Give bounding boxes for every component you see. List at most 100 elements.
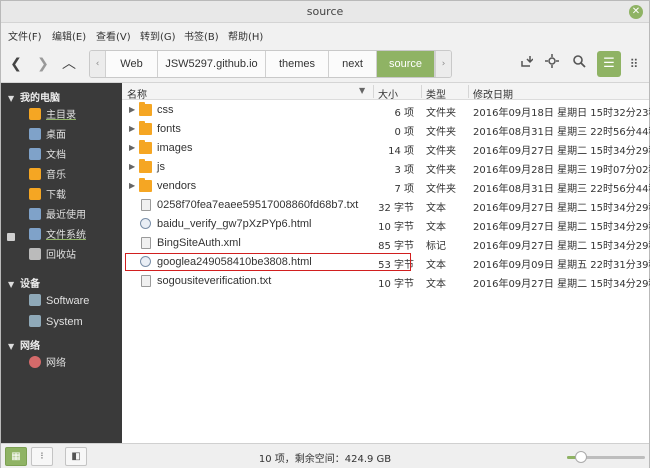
grid-view-button[interactable]: ⠿ xyxy=(624,54,644,74)
location-pin-icon[interactable] xyxy=(542,54,562,74)
breadcrumb-source[interactable]: source xyxy=(377,51,435,77)
breadcrumb-next[interactable]: next xyxy=(329,51,377,77)
folder-icon xyxy=(139,121,152,135)
column-separator[interactable] xyxy=(373,85,374,98)
forward-button[interactable]: ❯ xyxy=(33,54,53,74)
breadcrumb-site[interactable]: JSW5297.github.io xyxy=(158,51,266,77)
table-row[interactable]: BingSiteAuth.xml 85 字节 标记 2016年09月27日 星期二 1… xyxy=(122,234,650,253)
status-text: 10 项，剩余空间：424.9 GB xyxy=(258,454,392,465)
sidebar-item-trash[interactable]: 回收站 xyxy=(29,247,76,265)
sidebar-item-filesystem[interactable]: 文件系统 xyxy=(29,227,86,245)
sidebar-item-label: 音乐 xyxy=(46,170,66,181)
table-row[interactable]: baidu_verify_gw7pXzPYp6.html 10 字节 文本 2016年… xyxy=(122,215,650,234)
table-row[interactable]: 0258f70fea7eaee59517008860fd68b7.txt 32 字… xyxy=(122,196,650,215)
folder-icon xyxy=(139,102,152,116)
open-terminal-icon[interactable] xyxy=(516,54,536,74)
expand-arrow-icon[interactable]: ▶ xyxy=(129,124,135,133)
sidebar-item-home[interactable]: 主目录 xyxy=(29,107,76,125)
file-size: 10 字节 xyxy=(378,222,414,233)
column-modified[interactable]: 修改日期 xyxy=(473,86,513,101)
expand-arrow-icon[interactable]: ▶ xyxy=(129,181,135,190)
file-modified-date: 2016年09月27日 星期二 15时34分29秒 xyxy=(473,203,650,214)
column-type[interactable]: 类型 xyxy=(426,86,446,101)
breadcrumb: ‹ Web JSW5297.github.io themes next sour… xyxy=(89,50,452,78)
table-row[interactable]: ▶ images 14 项 文件夹 2016年09月27日 星期二 15时34分29秒 xyxy=(122,139,650,158)
desktop-icon xyxy=(29,128,41,140)
window-title: source xyxy=(306,5,344,18)
file-modified-date: 2016年08月31日 星期三 22时56分44秒 xyxy=(473,127,650,138)
file-size: 0 项 xyxy=(394,127,414,138)
sidebar-item-label: 下载 xyxy=(46,190,66,201)
title-bar[interactable]: source ✕ xyxy=(1,1,649,23)
sidebar-item-label: 最近使用 xyxy=(46,210,86,221)
file-size: 10 字节 xyxy=(378,279,414,290)
music-icon xyxy=(29,168,41,180)
sidebar-item-label: 桌面 xyxy=(46,130,66,141)
file-modified-date: 2016年09月27日 星期二 15时34分29秒 xyxy=(473,279,650,290)
menu-edit[interactable]: 编辑(E) xyxy=(52,28,86,43)
menu-go[interactable]: 转到(G) xyxy=(140,28,176,43)
menu-view[interactable]: 查看(V) xyxy=(96,28,131,43)
sidebar-header-label: 设备 xyxy=(20,279,40,290)
table-row[interactable]: sogousiteverification.txt 10 字节 文本 2016年09月… xyxy=(122,272,650,291)
file-type: 文本 xyxy=(426,279,446,290)
expand-arrow-icon[interactable]: ▶ xyxy=(129,105,135,114)
expand-arrow-icon[interactable]: ▶ xyxy=(129,143,135,152)
sidebar-header-my-computer[interactable]: ▼ 我的电脑 xyxy=(8,89,60,104)
up-button[interactable]: ︿ xyxy=(59,54,79,74)
expand-arrow-icon[interactable]: ▶ xyxy=(129,162,135,171)
file-size: 14 项 xyxy=(388,146,414,157)
file-name: baidu_verify_gw7pXzPYp6.html xyxy=(157,218,312,230)
sidebar-item-software[interactable]: Software xyxy=(29,292,89,310)
list-view-button[interactable]: ☰ xyxy=(597,51,621,77)
search-icon[interactable] xyxy=(569,54,589,74)
close-button[interactable]: ✕ xyxy=(629,5,643,19)
file-name: fonts xyxy=(157,123,181,135)
file-modified-date: 2016年09月09日 星期五 22时31分39秒 xyxy=(473,260,650,271)
sidebar-item-system[interactable]: System xyxy=(29,313,83,331)
column-separator[interactable] xyxy=(421,85,422,98)
menu-file[interactable]: 文件(F) xyxy=(8,28,42,43)
file-type: 文件夹 xyxy=(426,108,456,119)
back-button[interactable]: ❮ xyxy=(6,54,26,74)
sidebar-item-music[interactable]: 音乐 xyxy=(29,167,66,185)
sidebar-item-desktop[interactable]: 桌面 xyxy=(29,127,66,145)
sidebar-item-documents[interactable]: 文档 xyxy=(29,147,66,165)
sidebar-header-network[interactable]: ▼ 网络 xyxy=(8,337,40,352)
text-file-icon xyxy=(141,237,151,249)
column-separator[interactable] xyxy=(468,85,469,98)
sidebar-item-network[interactable]: 网络 xyxy=(29,355,66,373)
collapse-triangle-icon: ▼ xyxy=(8,280,15,289)
drive-icon xyxy=(29,294,41,306)
sidebar-header-devices[interactable]: ▼ 设备 xyxy=(8,275,40,290)
file-name: images xyxy=(157,142,193,154)
sidebar-item-recent[interactable]: 最近使用 xyxy=(29,207,86,225)
path-scroll-right-button[interactable]: › xyxy=(435,51,451,77)
sidebar-item-downloads[interactable]: 下载 xyxy=(29,187,66,205)
file-name: sogousiteverification.txt xyxy=(157,275,272,287)
breadcrumb-themes[interactable]: themes xyxy=(266,51,329,77)
sidebar-item-label: 主目录 xyxy=(46,110,76,121)
eject-icon[interactable] xyxy=(7,233,15,241)
menu-bookmarks[interactable]: 书签(B) xyxy=(184,28,219,43)
sort-descending-icon[interactable]: ▼ xyxy=(359,86,365,95)
file-size: 85 字节 xyxy=(378,241,414,252)
table-row[interactable]: ▶ css 6 项 文件夹 2016年09月18日 星期日 15时32分23秒 xyxy=(122,101,650,120)
html-file-icon xyxy=(140,218,151,229)
column-name[interactable]: 名称 xyxy=(127,86,147,101)
menu-bar: 文件(F) 编辑(E) 查看(V) 转到(G) 书签(B) 帮助(H) xyxy=(1,23,649,45)
path-scroll-left-button[interactable]: ‹ xyxy=(90,51,106,77)
sidebar-item-label: 文档 xyxy=(46,150,66,161)
table-row[interactable]: ▶ fonts 0 项 文件夹 2016年08月31日 星期三 22时56分44秒 xyxy=(122,120,650,139)
zoom-slider-handle[interactable] xyxy=(575,451,588,463)
table-row[interactable]: ▶ js 3 项 文件夹 2016年09月28日 星期三 19时07分02秒 xyxy=(122,158,650,177)
zoom-slider[interactable] xyxy=(567,451,645,463)
menu-help[interactable]: 帮助(H) xyxy=(228,28,263,43)
file-modified-date: 2016年09月27日 星期二 15时34分29秒 xyxy=(473,241,650,252)
table-row[interactable]: ▶ vendors 7 项 文件夹 2016年08月31日 星期三 22时56分44秒 xyxy=(122,177,650,196)
breadcrumb-web[interactable]: Web xyxy=(106,51,158,77)
column-size[interactable]: 大小 xyxy=(378,86,398,101)
file-type: 文本 xyxy=(426,203,446,214)
file-name: css xyxy=(157,104,174,116)
file-type: 标记 xyxy=(426,241,446,252)
